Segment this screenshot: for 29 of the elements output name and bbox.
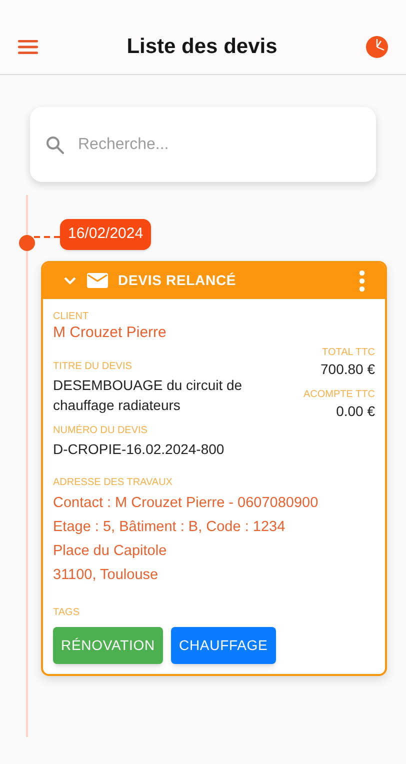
field-label: ACOMPTE TTC [304,388,375,400]
tag-chip: RÉNOVATION [53,626,163,664]
envelope-icon [87,273,108,288]
date-badge: 16/02/2024 [60,219,152,250]
search-icon [46,136,64,154]
field-label: NUMÉRO DU DEVIS [53,424,148,436]
client-name: M Crouzet Pierre [53,322,168,342]
tag-chip: CHAUFFAGE [171,626,276,664]
menu-icon[interactable] [18,40,38,54]
address-line: Etage : 5, Bâtiment : B, Code : 1234 [53,518,286,536]
field-label: TOTAL TTC [322,346,375,358]
search-field[interactable]: Recherche... [30,107,376,182]
address-line: 31100, Toulouse [53,566,160,584]
pie-chart-icon[interactable] [366,36,388,58]
address-line: Place du Capitole [53,542,168,560]
page-title: Liste des devis [126,34,278,60]
field-label: TITRE DU DEVIS [53,360,133,372]
field-label: CLIENT [53,310,90,322]
deposit-amount: 0.00 € [336,402,375,420]
field-label: ADRESSE DES TRAVAUX [53,476,174,488]
address-line: Contact : M Crouzet Pierre - 0607080900 [53,494,320,512]
search-input[interactable]: Recherche... [78,132,360,156]
field-label: TAGS [53,606,80,618]
quote-number: D-CROPIE-16.02.2024-800 [53,440,226,458]
more-icon[interactable] [359,270,365,292]
quote-title: DESEMBOUAGE du circuit de chauffage radiateurs [53,376,244,414]
status-title: DEVIS RELANCÉ [118,271,238,290]
total-amount: 700.80 € [320,360,375,378]
chevron-icon[interactable] [63,276,77,286]
